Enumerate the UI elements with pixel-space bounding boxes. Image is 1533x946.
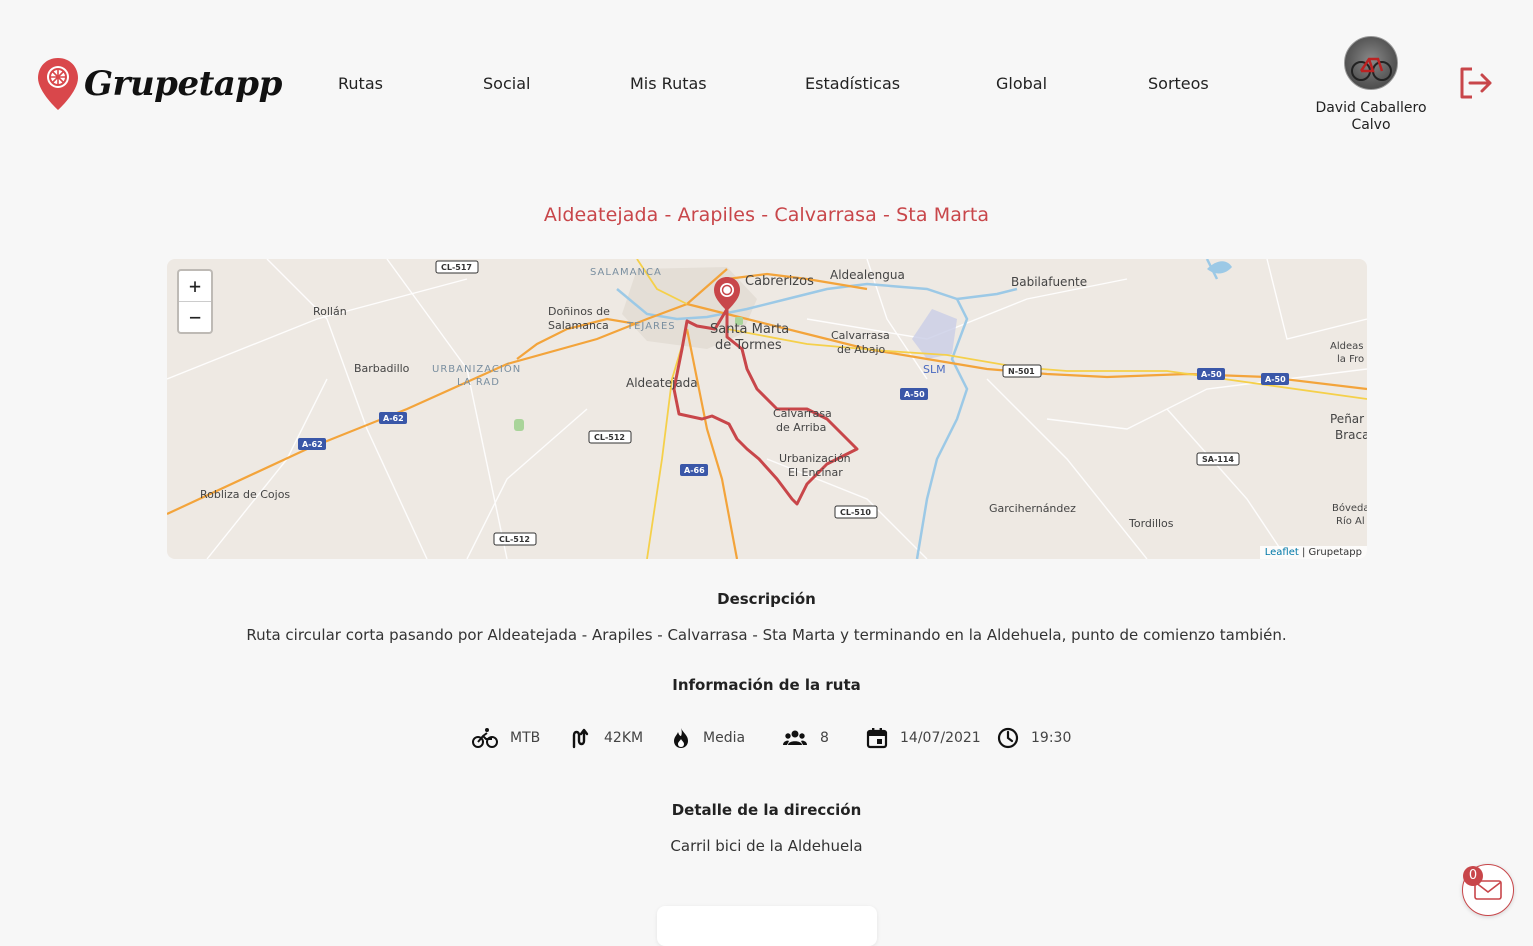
info-heading: Información de la ruta (672, 676, 861, 694)
svg-text:Urbanización: Urbanización (779, 452, 851, 465)
svg-text:Braca: Braca (1335, 428, 1367, 442)
svg-text:N-501: N-501 (1008, 367, 1035, 376)
info-time-value: 19:30 (1031, 730, 1072, 746)
clock-icon (997, 727, 1019, 749)
svg-text:A-50: A-50 (1265, 375, 1286, 384)
info-date: 14/07/2021 (866, 725, 981, 751)
svg-text:Aldeatejada: Aldeatejada (626, 376, 698, 390)
map-attribution: Leaflet | Grupetapp (1259, 546, 1367, 559)
svg-text:CL-510: CL-510 (840, 508, 871, 517)
svg-text:CL-517: CL-517 (441, 263, 472, 272)
svg-text:SALAMANCA: SALAMANCA (590, 267, 662, 278)
info-distance: 42KM (570, 725, 643, 751)
svg-text:Santa Marta: Santa Marta (710, 322, 789, 337)
svg-text:Garcihernández: Garcihernández (989, 502, 1076, 515)
route-info-row: MTB 42KM Media 8 14/07/2021 19:30 (0, 725, 1533, 751)
info-difficulty-value: Media (703, 730, 746, 746)
svg-text:de Arriba: de Arriba (776, 421, 826, 434)
route-icon (572, 728, 589, 749)
svg-text:LA RAD: LA RAD (457, 377, 500, 388)
brand-logo[interactable]: Grupetapp (36, 56, 282, 112)
group-icon (783, 730, 807, 745)
zoom-in-button[interactable]: + (179, 271, 211, 302)
fire-icon (674, 728, 688, 748)
svg-text:URBANIZACIÓN: URBANIZACIÓN (432, 362, 521, 375)
map-pin-logo-icon (38, 58, 78, 110)
nav-rutas[interactable]: Rutas (338, 74, 383, 93)
info-participants: 8 (782, 725, 829, 751)
svg-text:El Encinar: El Encinar (788, 466, 843, 479)
zoom-control: + − (177, 269, 213, 334)
zoom-out-button[interactable]: − (179, 302, 211, 332)
svg-text:A-50: A-50 (1201, 370, 1222, 379)
nav-mis-rutas[interactable]: Mis Rutas (630, 74, 707, 93)
attribution-owner: Grupetapp (1308, 547, 1362, 558)
description-text: Ruta circular corta pasando por Aldeatej… (246, 626, 1287, 644)
svg-text:Aldeas: Aldeas (1330, 341, 1363, 352)
info-type: MTB (472, 725, 540, 751)
svg-text:de Abajo: de Abajo (837, 343, 886, 356)
map-tiles[interactable]: SALAMANCA Cabrerizos Aldealengua Babilaf… (167, 259, 1367, 559)
svg-text:Calvarrasa: Calvarrasa (773, 407, 832, 420)
description-heading: Descripción (717, 590, 816, 608)
user-name-first: David Caballero (1315, 100, 1427, 116)
avatar[interactable] (1344, 36, 1398, 90)
svg-text:Doñinos de: Doñinos de (548, 305, 610, 318)
messages-count-badge: 0 (1463, 866, 1483, 886)
attribution-leaflet-link[interactable]: Leaflet (1265, 547, 1299, 558)
svg-text:Rollán: Rollán (313, 305, 347, 318)
address-text: Carril bici de la Aldehuela (670, 837, 863, 855)
svg-text:Tordillos: Tordillos (1128, 517, 1174, 530)
user-name-last: Calvo (1351, 117, 1391, 133)
svg-text:Robliza de Cojos: Robliza de Cojos (200, 488, 290, 501)
logout-button[interactable] (1458, 66, 1494, 104)
svg-text:TEJARES: TEJARES (626, 321, 676, 332)
svg-text:CL-512: CL-512 (594, 433, 625, 442)
bottom-card (657, 906, 877, 946)
svg-text:la Fro: la Fro (1337, 354, 1364, 365)
info-date-value: 14/07/2021 (900, 730, 981, 746)
nav-social[interactable]: Social (483, 74, 530, 93)
svg-text:Calvarrasa: Calvarrasa (831, 329, 890, 342)
bike-icon (472, 728, 498, 748)
svg-text:SLM: SLM (923, 363, 946, 376)
svg-text:Barbadillo: Barbadillo (354, 362, 410, 375)
route-map[interactable]: SALAMANCA Cabrerizos Aldealengua Babilaf… (167, 259, 1367, 559)
svg-text:A-66: A-66 (684, 466, 705, 475)
svg-text:Cabrerizos: Cabrerizos (745, 274, 814, 289)
svg-text:Babilafuente: Babilafuente (1011, 275, 1087, 289)
nav-global[interactable]: Global (996, 74, 1047, 93)
svg-text:A-50: A-50 (904, 390, 925, 399)
info-time: 19:30 (997, 725, 1071, 751)
svg-text:Bóveda: Bóveda (1332, 502, 1367, 514)
nav-sorteos[interactable]: Sorteos (1148, 74, 1209, 93)
attribution-separator: | (1298, 547, 1309, 558)
brand-name: Grupetapp (84, 64, 282, 104)
svg-text:Río Al: Río Al (1336, 515, 1365, 527)
svg-text:A-62: A-62 (302, 440, 323, 449)
svg-text:Aldealengua: Aldealengua (830, 268, 905, 282)
calendar-icon (866, 728, 888, 749)
logout-icon (1460, 67, 1492, 99)
avatar-photo-icon (1351, 57, 1392, 81)
info-difficulty: Media (671, 725, 745, 751)
svg-text:CL-512: CL-512 (499, 535, 530, 544)
info-distance-value: 42KM (604, 730, 644, 746)
nav-estadisticas[interactable]: Estadísticas (805, 74, 900, 93)
svg-text:Peñar: Peñar (1330, 412, 1364, 426)
info-type-value: MTB (510, 730, 541, 746)
svg-text:SA-114: SA-114 (1202, 455, 1234, 464)
svg-text:A-62: A-62 (383, 414, 404, 423)
svg-text:de Tormes: de Tormes (715, 338, 782, 353)
user-profile[interactable]: David Caballero Calvo (1310, 36, 1432, 134)
svg-text:Salamanca: Salamanca (548, 319, 609, 332)
address-heading: Detalle de la dirección (671, 801, 862, 819)
route-title: Aldeatejada - Arapiles - Calvarrasa - St… (543, 204, 990, 226)
info-participants-value: 8 (820, 730, 829, 746)
